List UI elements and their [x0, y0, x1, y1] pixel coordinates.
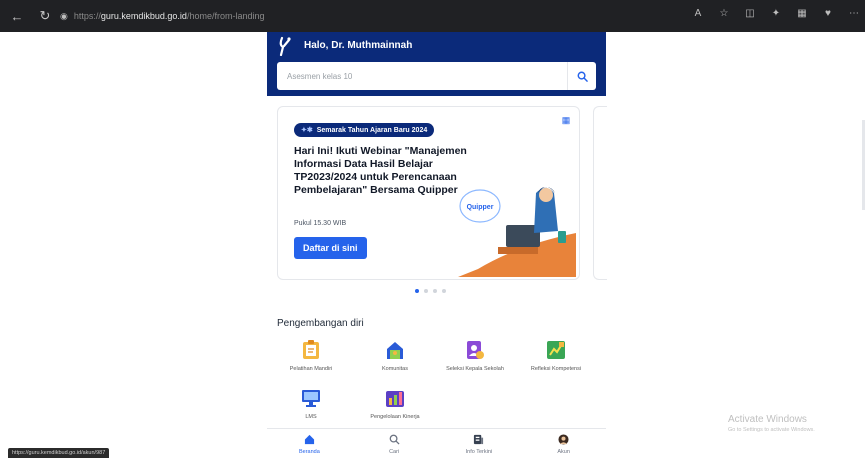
url-host: guru.kemdikbud.go.id	[100, 11, 187, 21]
collections-icon[interactable]: ▦	[795, 8, 809, 19]
home-icon	[267, 433, 352, 446]
more-icon[interactable]: ⋯	[847, 8, 861, 19]
watermark-title: Activate Windows	[728, 414, 807, 425]
read-aloud-icon[interactable]: A	[691, 8, 705, 19]
nav-label: Info Terkini	[465, 449, 493, 455]
nav-label: Beranda	[298, 449, 320, 455]
url-path: /home/from-landing	[186, 11, 265, 21]
search-input[interactable]	[277, 62, 567, 90]
url-scheme: https://	[73, 11, 101, 21]
sparkle-icon: ✦✱	[301, 127, 313, 134]
next-banner-peek[interactable]	[593, 106, 607, 280]
lock-icon: ◉	[60, 10, 68, 21]
app-container: Halo, Dr. Muthmainnah ✦✱ Semarak Tahun A…	[267, 32, 607, 459]
clipboard-icon	[301, 340, 321, 360]
nav-akun[interactable]: Akun	[521, 429, 606, 459]
tile-refleksi-kompetensi[interactable]: Refleksi Kompetensi	[516, 340, 596, 372]
tile-label: LMS	[305, 414, 317, 420]
nav-info-terkini[interactable]: Info Terkini	[437, 429, 522, 459]
address-bar[interactable]: ◉ https:// guru.kemdikbud.go.id /home/fr…	[56, 6, 656, 26]
bottom-navigation: Beranda Cari Info Terkini Akun	[267, 428, 606, 459]
reload-icon[interactable]: ↻	[34, 5, 56, 27]
news-icon	[437, 433, 522, 446]
tile-label: Pelatihan Mandiri	[289, 366, 333, 372]
nav-label: Akun	[557, 449, 570, 455]
expand-icon[interactable]: ▦	[561, 115, 571, 125]
event-pill-label: Semarak Tahun Ajaran Baru 2024	[316, 126, 428, 134]
search-button[interactable]	[567, 62, 596, 90]
back-icon[interactable]: ←	[6, 5, 28, 27]
tile-label: Refleksi Kompetensi	[530, 366, 582, 372]
community-house-icon	[385, 340, 405, 360]
search-icon	[577, 71, 588, 82]
favorite-star-icon[interactable]: ☆	[717, 8, 731, 19]
greeting-text: Halo, Dr. Muthmainnah	[304, 40, 413, 51]
nav-beranda[interactable]: Beranda	[267, 429, 352, 459]
app-header: Halo, Dr. Muthmainnah	[267, 32, 606, 96]
carousel-dot[interactable]	[442, 289, 446, 293]
status-link-preview: https://guru.kemdikbud.go.id/akun/987	[8, 448, 110, 458]
tile-pengelolaan-kinerja[interactable]: Pengelolaan Kinerja	[355, 388, 435, 420]
quipper-bubble: Quipper	[467, 204, 494, 211]
nav-cari[interactable]: Cari	[352, 429, 437, 459]
carousel-dot-active[interactable]	[415, 289, 419, 293]
tile-label: Pengelolaan Kinerja	[370, 414, 420, 420]
watermark-subtitle: Go to Settings to activate Windows.	[728, 427, 815, 433]
extensions-icon[interactable]: ♥	[821, 8, 835, 19]
search-icon	[352, 433, 437, 446]
webinar-illustration: Quipper	[458, 187, 576, 277]
register-button[interactable]: Daftar di sini	[294, 237, 367, 259]
tile-label: Komunitas	[382, 366, 408, 372]
tile-seleksi-kepala-sekolah[interactable]: Seleksi Kepala Sekolah	[435, 340, 515, 372]
split-screen-icon[interactable]: ◫	[743, 8, 757, 19]
performance-icon	[385, 388, 405, 408]
favorites-icon[interactable]: ✦	[769, 8, 783, 19]
browser-toolbar: ← ↻ ◉ https:// guru.kemdikbud.go.id /hom…	[0, 0, 865, 32]
event-pill: ✦✱ Semarak Tahun Ajaran Baru 2024	[294, 123, 435, 137]
carousel-dots	[415, 289, 446, 293]
windows-activation-watermark: Activate Windows Go to Settings to activ…	[728, 414, 815, 433]
section-title: Pengembangan diri	[277, 318, 364, 329]
search-box	[277, 62, 596, 90]
banner-time: Pukul 15.30 WIB	[294, 220, 347, 227]
nav-label: Cari	[389, 449, 400, 455]
reflection-icon	[546, 340, 566, 360]
tile-pelatihan-mandiri[interactable]: Pelatihan Mandiri	[271, 340, 351, 372]
lms-monitor-icon	[301, 388, 321, 408]
banner-card[interactable]: ✦✱ Semarak Tahun Ajaran Baru 2024 ▦ Hari…	[277, 106, 580, 280]
logo-icon	[279, 36, 291, 56]
tile-lms[interactable]: LMS	[271, 388, 351, 420]
account-avatar-icon	[521, 433, 606, 446]
tile-komunitas[interactable]: Komunitas	[355, 340, 435, 372]
carousel-dot[interactable]	[424, 289, 428, 293]
selection-icon	[465, 340, 485, 360]
carousel-dot[interactable]	[433, 289, 437, 293]
tile-label: Seleksi Kepala Sekolah	[446, 366, 504, 372]
